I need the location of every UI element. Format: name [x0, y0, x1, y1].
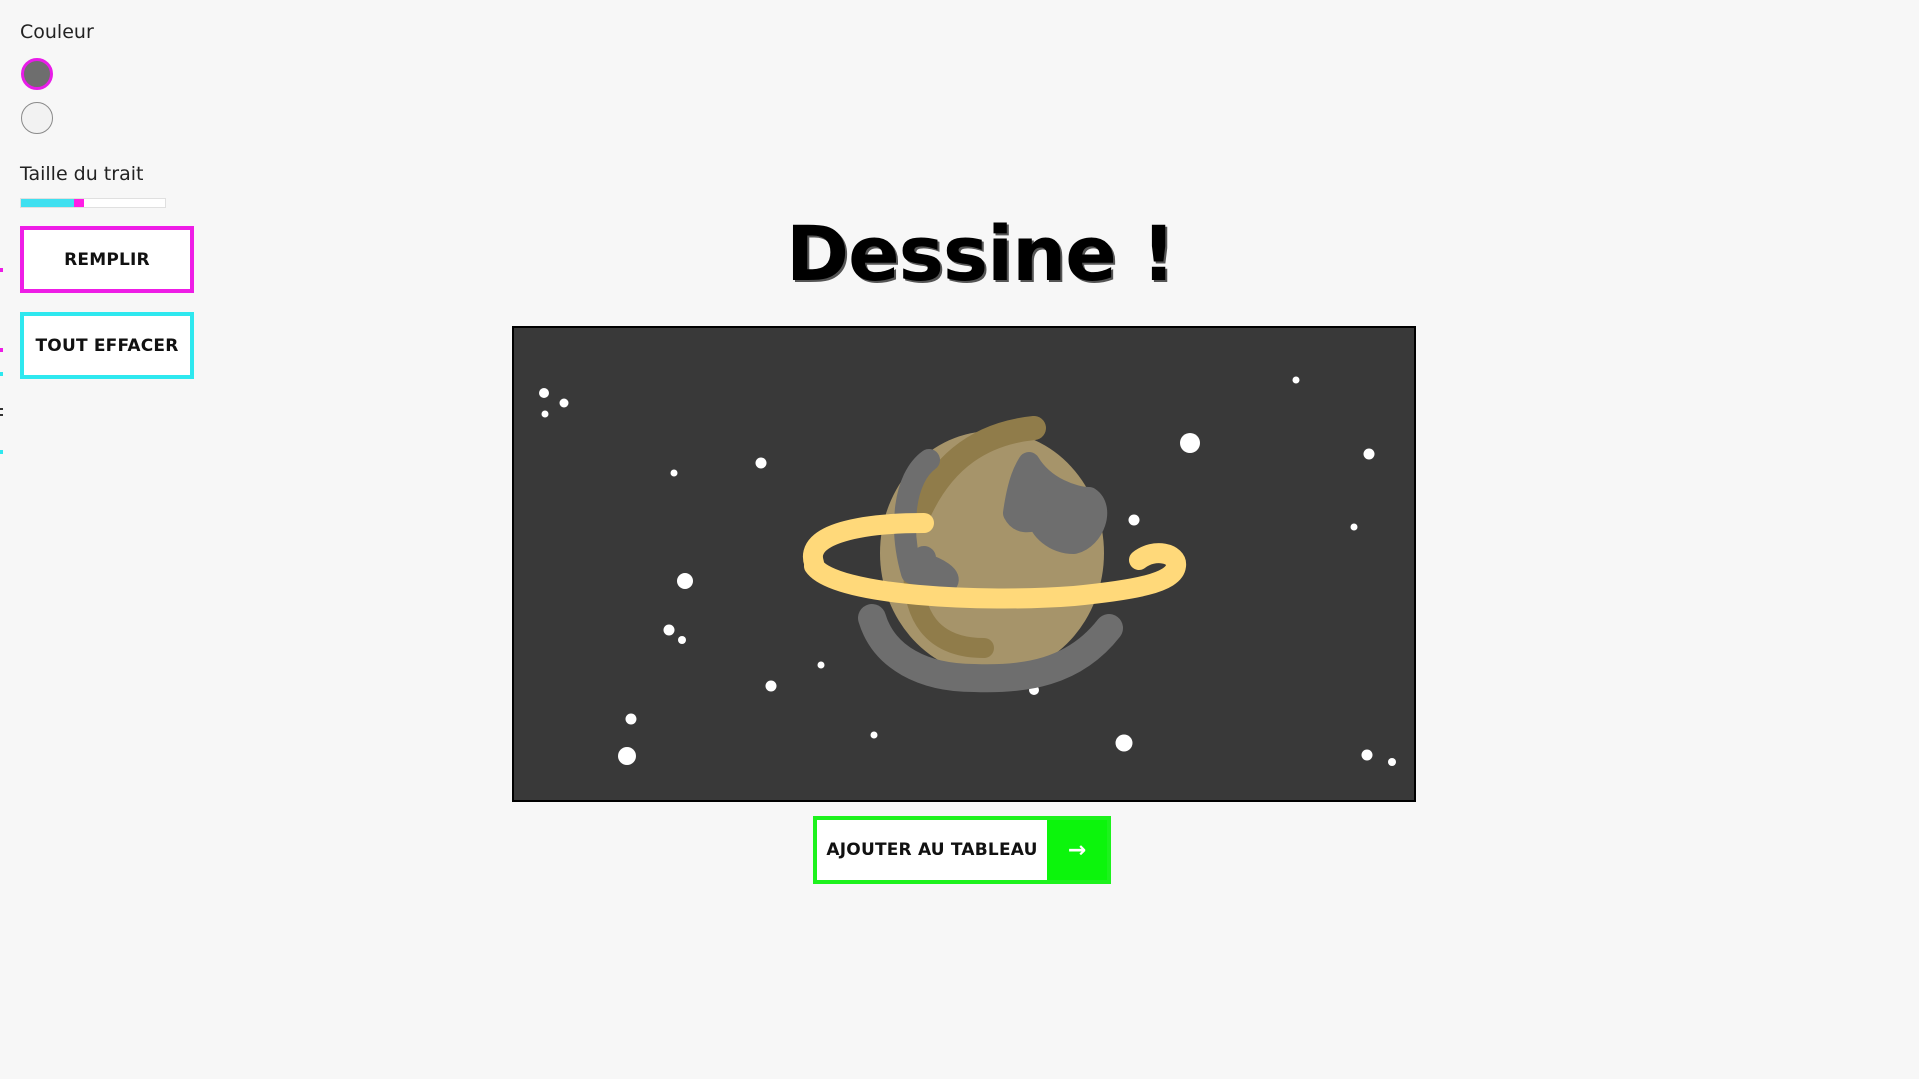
tool-sidebar: Couleur Taille du trait REMPLIR TOUT EFF… [20, 20, 200, 379]
drawing-canvas-area [512, 326, 1416, 802]
drawing-canvas[interactable] [512, 326, 1416, 802]
clear-all-button[interactable]: TOUT EFFACER [20, 312, 194, 379]
color-swatch-dark-gray[interactable] [21, 58, 53, 90]
stroke-size-slider[interactable] [20, 198, 166, 208]
color-label: Couleur [20, 21, 94, 43]
drawing-planet [803, 416, 1186, 693]
stroke-size-slider-thumb[interactable] [74, 199, 84, 207]
add-to-board-button[interactable]: AJOUTER AU TABLEAU → [813, 816, 1111, 884]
add-to-board-label: AJOUTER AU TABLEAU [826, 840, 1038, 860]
arrow-right-icon: → [1047, 820, 1107, 880]
page-title: Dessine ! [786, 209, 1176, 298]
stroke-size-slider-fill [21, 199, 74, 207]
stroke-size-label: Taille du trait [20, 163, 144, 185]
color-swatch-light-gray[interactable] [21, 102, 53, 134]
